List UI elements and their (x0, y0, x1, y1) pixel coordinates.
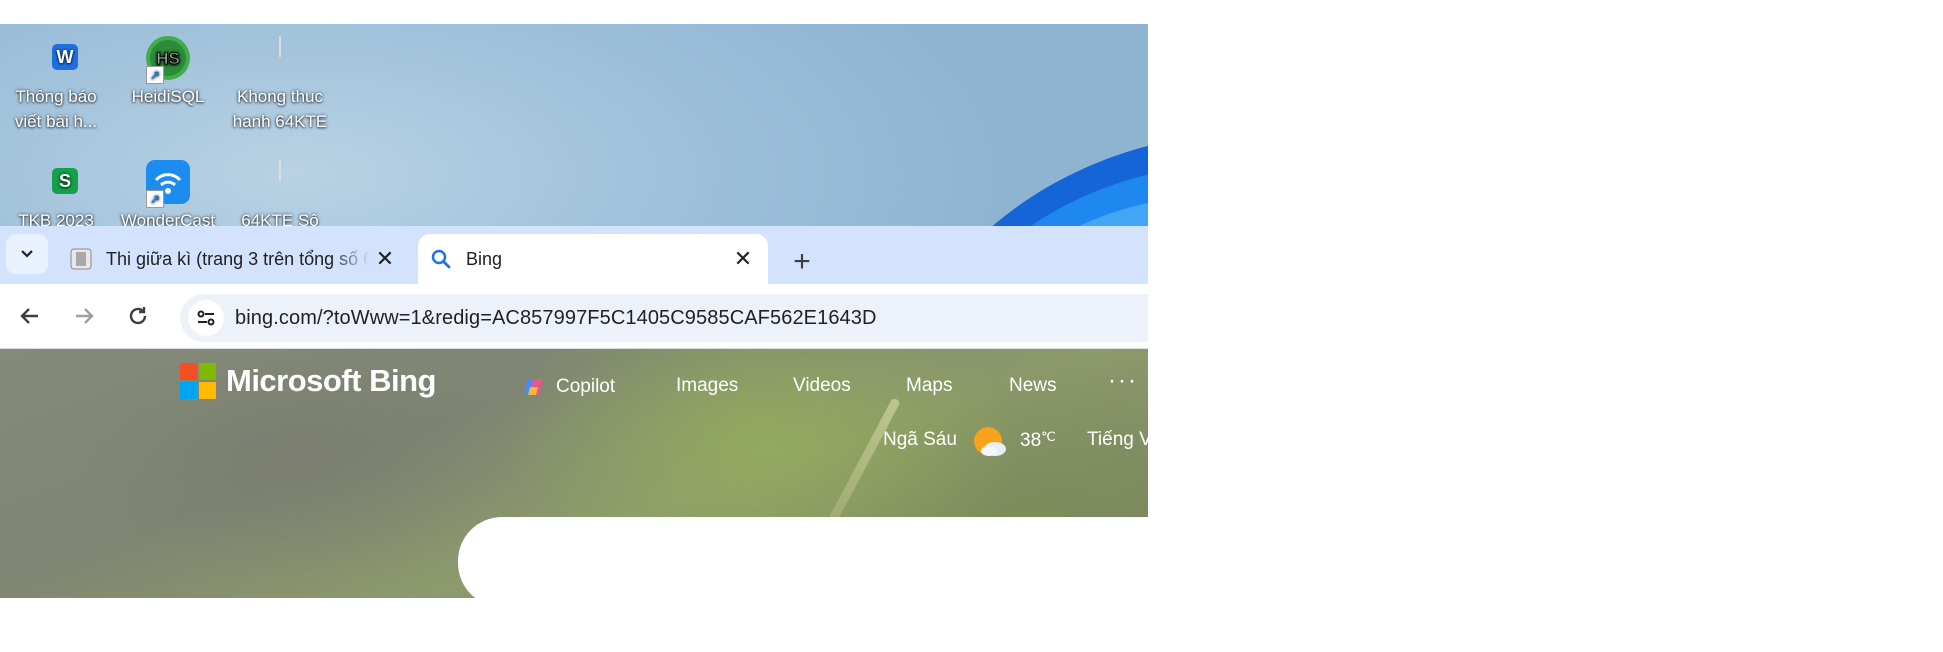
close-tab-icon[interactable]: ✕ (728, 244, 758, 274)
back-button[interactable] (8, 294, 52, 338)
tab-title: Bing (466, 248, 503, 269)
tab-bing[interactable]: Bing ✕ (418, 234, 768, 284)
blank-file-icon (256, 34, 304, 82)
desktop-icon-tkb-2023[interactable]: S TKB 2023 (6, 158, 106, 233)
wps-writer-doc-icon: W (32, 34, 80, 82)
bing-homepage: Microsoft Bing Copilot Images Videos Map… (0, 349, 1148, 598)
heidisql-icon: HS ↗ (144, 34, 192, 84)
url-text: bing.com/?toWww=1&redig=AC857997F5C1405C… (235, 307, 877, 329)
desktop-icon-thong-bao[interactable]: W Thông báo viết bài h... (6, 34, 106, 134)
desktop-icon-khong-thuc-hanh[interactable]: Khong thuc hanh 64KTE (230, 34, 330, 134)
wps-spreadsheet-icon: S (32, 158, 80, 206)
search-icon (431, 249, 451, 269)
nav-images[interactable]: Images (676, 375, 738, 397)
tab-thi-giua-ki[interactable]: Thi giữa kì (trang 3 trên tổng số 6) ✕ (58, 234, 410, 284)
weather-location[interactable]: Ngã Sáu (883, 429, 957, 451)
desktop-icon-heidisql[interactable]: HS ↗ HeidiSQL (118, 34, 218, 109)
browser-toolbar: bing.com/?toWww=1&redig=AC857997F5C1405C… (0, 284, 1148, 349)
language-link[interactable]: Tiếng Việt (1087, 429, 1148, 451)
temperature-unit: ℃ (1041, 429, 1056, 444)
tab-strip: Thi giữa kì (trang 3 trên tổng số 6) ✕ B… (0, 226, 1148, 284)
microsoft-logo-icon (180, 363, 216, 399)
arrow-left-icon (20, 308, 38, 324)
more-menu-button[interactable]: ··· (1108, 367, 1138, 395)
page-thumbnail-icon (70, 248, 92, 270)
screenshot-frame: W Thông báo viết bài h... HS ↗ HeidiSQL … (0, 24, 1148, 598)
reload-button[interactable] (116, 294, 160, 338)
copilot-icon (525, 379, 543, 395)
new-tab-button[interactable]: + (782, 242, 822, 282)
bing-logo[interactable]: Microsoft Bing (180, 363, 437, 399)
blank-file-icon (256, 158, 304, 206)
desktop-icon-64kte[interactable]: 64KTE Sô (230, 158, 330, 233)
tune-icon (197, 310, 215, 326)
tab-search-button[interactable] (6, 234, 48, 274)
nav-copilot[interactable]: Copilot (522, 375, 615, 399)
temperature-value: 38 (1020, 430, 1042, 451)
chevron-down-icon (21, 250, 33, 258)
reload-icon (129, 307, 147, 325)
search-box[interactable] (458, 517, 1148, 598)
nav-maps[interactable]: Maps (906, 375, 952, 397)
nav-news[interactable]: News (1009, 375, 1057, 397)
browser-window: Thi giữa kì (trang 3 trên tổng số 6) ✕ B… (0, 226, 1148, 598)
close-tab-icon[interactable]: ✕ (370, 244, 400, 274)
desktop-icon-label: Thông báo (15, 87, 97, 106)
partly-cloudy-icon (974, 427, 1006, 456)
brand-name: Microsoft Bing (226, 363, 437, 398)
desktop-icon-label: viết bài h... (14, 112, 98, 131)
desktop-icon-label: HeidiSQL (131, 87, 205, 106)
desktop-icon-label: Khong thuc (236, 87, 323, 106)
tab-title: Thi giữa kì (trang 3 trên tổng số 6) (106, 248, 370, 269)
desktop-icon-wondercast[interactable]: ↗ WonderCast (118, 158, 218, 233)
nav-videos[interactable]: Videos (793, 375, 851, 397)
wondercast-icon: ↗ (144, 158, 192, 208)
site-info-button[interactable] (188, 300, 224, 336)
address-bar[interactable]: bing.com/?toWww=1&redig=AC857997F5C1405C… (180, 294, 1148, 342)
nav-link-label: Copilot (556, 376, 616, 397)
desktop: W Thông báo viết bài h... HS ↗ HeidiSQL … (0, 24, 1148, 344)
forward-button[interactable] (62, 294, 106, 338)
weather-temperature[interactable]: 38℃ (1020, 429, 1056, 452)
arrow-right-icon (76, 308, 94, 324)
desktop-icon-label: hanh 64KTE (232, 112, 328, 131)
